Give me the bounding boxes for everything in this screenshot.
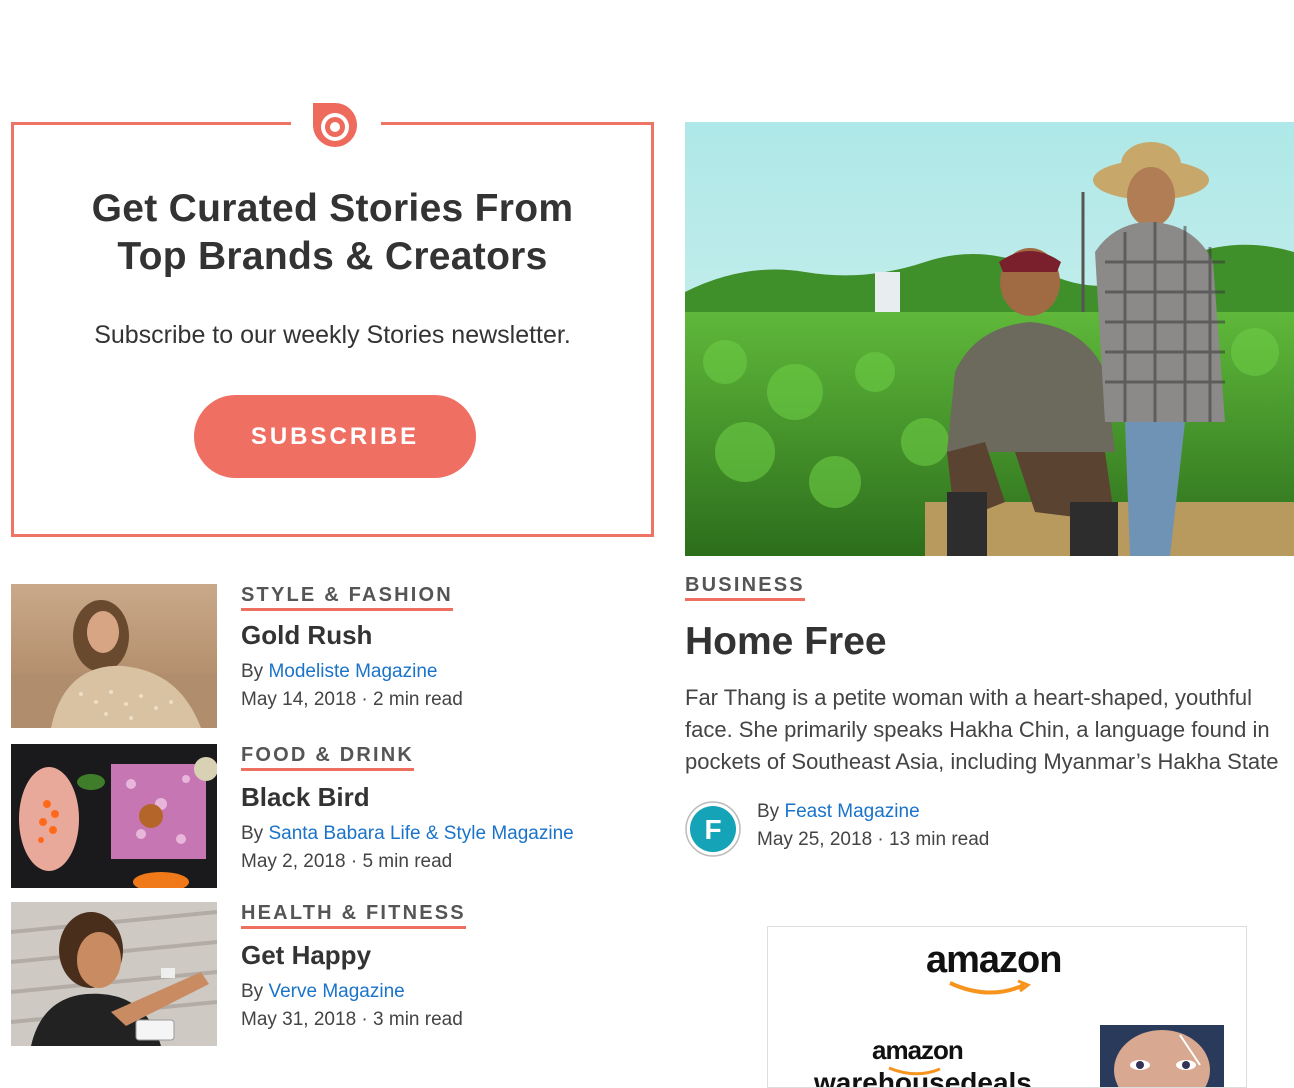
story-byline: By Verve Magazine — [241, 981, 651, 1003]
featured-excerpt-line: face. She primarily speaks Hakha Chin, a… — [685, 717, 1270, 742]
story-meta: May 14, 2018 · 2 min read — [241, 689, 463, 710]
newsletter-description: Subscribe to our weekly Stories newslett… — [94, 321, 571, 349]
story-card[interactable]: HEALTH & FITNESS Get Happy By Verve Maga… — [11, 902, 651, 1047]
byline-prefix: By — [757, 801, 780, 822]
featured-category[interactable]: BUSINESS — [685, 574, 805, 601]
featured-byline: By Feast Magazine — [757, 801, 920, 823]
advertisement[interactable]: amazon amazon warehousedeals — [767, 926, 1247, 1088]
featured-excerpt-line: pockets of Southeast Asia, including Mya… — [685, 749, 1279, 774]
story-byline: By Santa Babara Life & Style Magazine — [241, 823, 651, 845]
byline-prefix: By — [241, 823, 264, 844]
story-body: FOOD & DRINK Black Bird By Santa Babara … — [241, 744, 651, 873]
author-link[interactable]: Feast Magazine — [784, 801, 919, 822]
story-body: HEALTH & FITNESS Get Happy By Verve Maga… — [241, 902, 651, 1031]
story-title[interactable]: Black Bird — [241, 782, 651, 813]
featured-title[interactable]: Home Free — [685, 620, 887, 664]
story-category[interactable]: STYLE & FASHION — [241, 584, 453, 611]
story-meta: May 31, 2018 · 3 min read — [241, 1009, 463, 1030]
story-category[interactable]: HEALTH & FITNESS — [241, 902, 466, 929]
issuu-logo-icon — [313, 103, 357, 147]
ad-amazon-logo: amazon — [926, 939, 1062, 981]
story-thumbnail-fashion[interactable] — [11, 584, 217, 728]
newsletter-box: Get Curated Stories From Top Brands & Cr… — [11, 103, 654, 537]
featured-excerpt: Far Thang is a petite woman with a heart… — [685, 682, 1294, 778]
newsletter-heading-line2: Top Brands & Creators — [117, 235, 548, 278]
ad-amazon-logo-small: amazon — [872, 1035, 964, 1065]
newsletter-heading-line1: Get Curated Stories From — [91, 187, 574, 230]
story-title[interactable]: Get Happy — [241, 940, 651, 971]
author-link[interactable]: Verve Magazine — [268, 981, 404, 1002]
story-meta: May 2, 2018 · 5 min read — [241, 851, 453, 872]
author-link[interactable]: Modeliste Magazine — [268, 661, 437, 682]
publisher-avatar[interactable]: F — [685, 801, 741, 857]
story-body: STYLE & FASHION Gold Rush By Modeliste M… — [241, 584, 651, 711]
ad-image — [1100, 1025, 1224, 1087]
subscribe-button[interactable]: SUBSCRIBE — [194, 395, 476, 478]
story-thumbnail-food[interactable] — [11, 744, 217, 888]
featured-excerpt-line: Far Thang is a petite woman with a heart… — [685, 685, 1253, 710]
byline-prefix: By — [241, 981, 264, 1002]
story-category[interactable]: FOOD & DRINK — [241, 744, 415, 771]
featured-meta: May 25, 2018 · 13 min read — [757, 829, 990, 850]
featured-image[interactable] — [685, 122, 1294, 556]
newsletter-heading: Get Curated Stories From Top Brands & Cr… — [14, 185, 651, 281]
author-link[interactable]: Santa Babara Life & Style Magazine — [268, 823, 573, 844]
amazon-smile-icon — [949, 979, 1032, 995]
story-card[interactable]: FOOD & DRINK Black Bird By Santa Babara … — [11, 744, 651, 889]
byline-prefix: By — [241, 661, 264, 682]
story-card[interactable]: STYLE & FASHION Gold Rush By Modeliste M… — [11, 584, 651, 729]
story-title[interactable]: Gold Rush — [241, 620, 651, 651]
avatar-letter: F — [704, 814, 721, 845]
story-thumbnail-fitness[interactable] — [11, 902, 217, 1046]
story-byline: By Modeliste Magazine — [241, 661, 651, 683]
ad-warehousedeals: warehousedeals — [814, 1067, 1032, 1088]
